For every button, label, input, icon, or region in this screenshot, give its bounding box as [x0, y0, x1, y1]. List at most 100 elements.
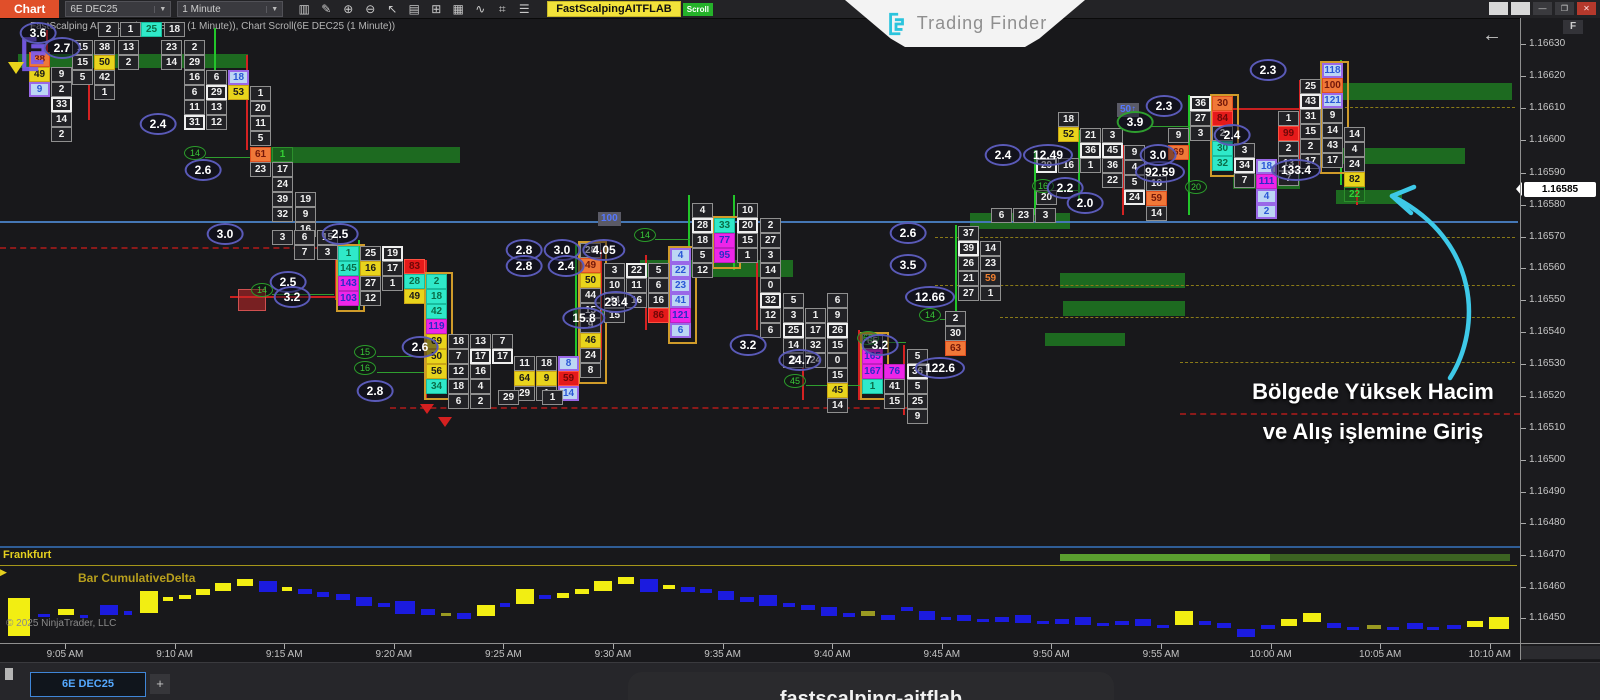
panel-divider[interactable]	[0, 546, 1520, 548]
footprint-cell: 50	[94, 55, 115, 70]
volume-zone-bar	[1340, 83, 1512, 100]
footprint-cell: 36	[1190, 96, 1211, 111]
window-pane-2[interactable]	[1511, 2, 1530, 15]
footprint-cell: 14	[760, 263, 781, 278]
time-tick-label: 10:00 AM	[1249, 649, 1291, 660]
footprint-cell: 119	[426, 319, 447, 334]
footprint-cell: 6	[760, 323, 781, 338]
axis-separator	[1520, 18, 1521, 660]
footprint-cell: 25	[907, 394, 928, 409]
delta-annotation: 2.7	[44, 37, 81, 59]
footprint-cell: 14	[1322, 123, 1343, 138]
signal-line	[377, 372, 425, 373]
footprint-cell: 32	[272, 207, 293, 222]
footprint-cell: 19	[382, 246, 403, 261]
delta-bar	[861, 611, 875, 616]
price-tick-label: 1.16500	[1529, 454, 1565, 465]
footprint-cell: 2	[51, 127, 72, 142]
indicator-chip[interactable]: FastScalpingAITFLAB	[547, 1, 681, 17]
footprint-cell: 63	[945, 341, 966, 356]
delta-annotation: 2.5	[322, 223, 359, 245]
footprint-cell: 22	[1102, 173, 1123, 188]
price-tick-label: 1.16570	[1529, 231, 1565, 242]
time-tick-label: 10:05 AM	[1359, 649, 1401, 660]
footprint-cell: 77	[714, 233, 735, 248]
scroll-badge[interactable]: Scroll	[683, 3, 713, 16]
delta-bar	[1281, 619, 1297, 626]
symbol-dropdown[interactable]: 6E DEC25 ▼	[65, 1, 171, 17]
price-tick-mark	[1521, 205, 1526, 206]
delta-bar	[1467, 621, 1483, 627]
chart-tab[interactable]: Chart	[0, 0, 59, 18]
delta-annotation: 12.49	[1023, 144, 1073, 166]
footprint-cell: 9	[29, 82, 50, 97]
footprint-cell: 5	[72, 70, 93, 85]
footprint-cell: 5	[783, 293, 804, 308]
volume-zone-bar	[1045, 333, 1125, 346]
panel-grip-icon[interactable]	[5, 668, 13, 680]
footprint-cell: 43	[1300, 94, 1321, 109]
footprint-cell: 16	[360, 261, 381, 276]
add-tab-button[interactable]: +	[150, 674, 170, 694]
footprint-cell: 20	[250, 101, 271, 116]
axis-flag: F	[1563, 20, 1583, 34]
delta-bar	[843, 613, 855, 617]
footprint-cell: 32	[760, 293, 781, 308]
indicator-line-icon[interactable]: ∿	[469, 1, 491, 17]
footprint-cell: 2	[184, 40, 205, 55]
regions-icon[interactable]: ⊞	[425, 1, 447, 17]
footprint-cell: 27	[958, 286, 979, 301]
price-tick-label: 1.16550	[1529, 294, 1565, 305]
delta-bar	[718, 591, 734, 600]
minimize-button[interactable]: —	[1533, 2, 1552, 15]
session-label: Frankfurt	[3, 549, 51, 561]
footprint-cell: 14	[1344, 127, 1365, 142]
footprint-cell: 52	[1058, 127, 1079, 142]
footprint-cell: 53	[228, 85, 249, 100]
delta-bar	[1075, 617, 1091, 625]
cursor-icon[interactable]: ↖	[381, 1, 403, 17]
delta-annotation: 2.4	[985, 144, 1022, 166]
footprint-cell: 1	[737, 248, 758, 263]
footprint-cell: 21	[958, 271, 979, 286]
footprint-cell: 59	[1146, 191, 1167, 206]
draw-icon[interactable]: ✎	[315, 1, 337, 17]
delta-annotation: 2.4	[140, 113, 177, 135]
close-button[interactable]: ✕	[1577, 2, 1596, 15]
tab-6e-dec25[interactable]: 6E DEC25	[30, 672, 146, 697]
list-icon[interactable]: ☰	[513, 1, 535, 17]
price-tick-mark	[1521, 268, 1526, 269]
time-axis-line	[0, 643, 1600, 644]
sell-triangle-icon	[438, 417, 452, 427]
footprint-cell: 8	[580, 363, 601, 378]
delta-bar	[1115, 621, 1129, 625]
delta-bar	[821, 607, 837, 616]
delta-bar	[163, 597, 173, 601]
footprint-cell: 24	[580, 348, 601, 363]
grid-icon[interactable]: ⌗	[491, 1, 513, 17]
time-tick-label: 9:10 AM	[156, 649, 193, 660]
zoom-out-icon[interactable]: ⊖	[359, 1, 381, 17]
footprint-cell: 3	[317, 245, 338, 260]
toolbar-icons: ▥✎⊕⊖↖▤⊞▦∿⌗☰	[293, 1, 535, 17]
zoom-in-icon[interactable]: ⊕	[337, 1, 359, 17]
data-box-icon[interactable]: ▤	[403, 1, 425, 17]
footprint-cell: 1	[1080, 158, 1101, 173]
time-tick-label: 9:45 AM	[923, 649, 960, 660]
price-tick-mark	[1521, 140, 1526, 141]
footprint-cell: 64	[514, 371, 535, 386]
annotation-line-2: ve Alış işlemine Giriş	[1203, 419, 1543, 445]
interval-dropdown[interactable]: 1 Minute ▼	[177, 1, 283, 17]
delta-bar	[618, 577, 634, 584]
volume-profile-icon[interactable]: ▦	[447, 1, 469, 17]
window-pane-1[interactable]	[1489, 2, 1508, 15]
restore-button[interactable]: ❐	[1555, 2, 1574, 15]
footprint-cell: 14	[827, 398, 848, 413]
footprint-cell: 22	[626, 263, 647, 278]
footprint-cell: 18	[448, 379, 469, 394]
price-axis[interactable]: F 1.16585 1.166301.166201.166101.166001.…	[1521, 18, 1600, 660]
chart-type-icon[interactable]: ▥	[293, 1, 315, 17]
back-arrow-icon[interactable]: ←	[1482, 24, 1502, 47]
footprint-cell: 13	[118, 40, 139, 55]
delta-annotation: 2.3	[1146, 95, 1183, 117]
